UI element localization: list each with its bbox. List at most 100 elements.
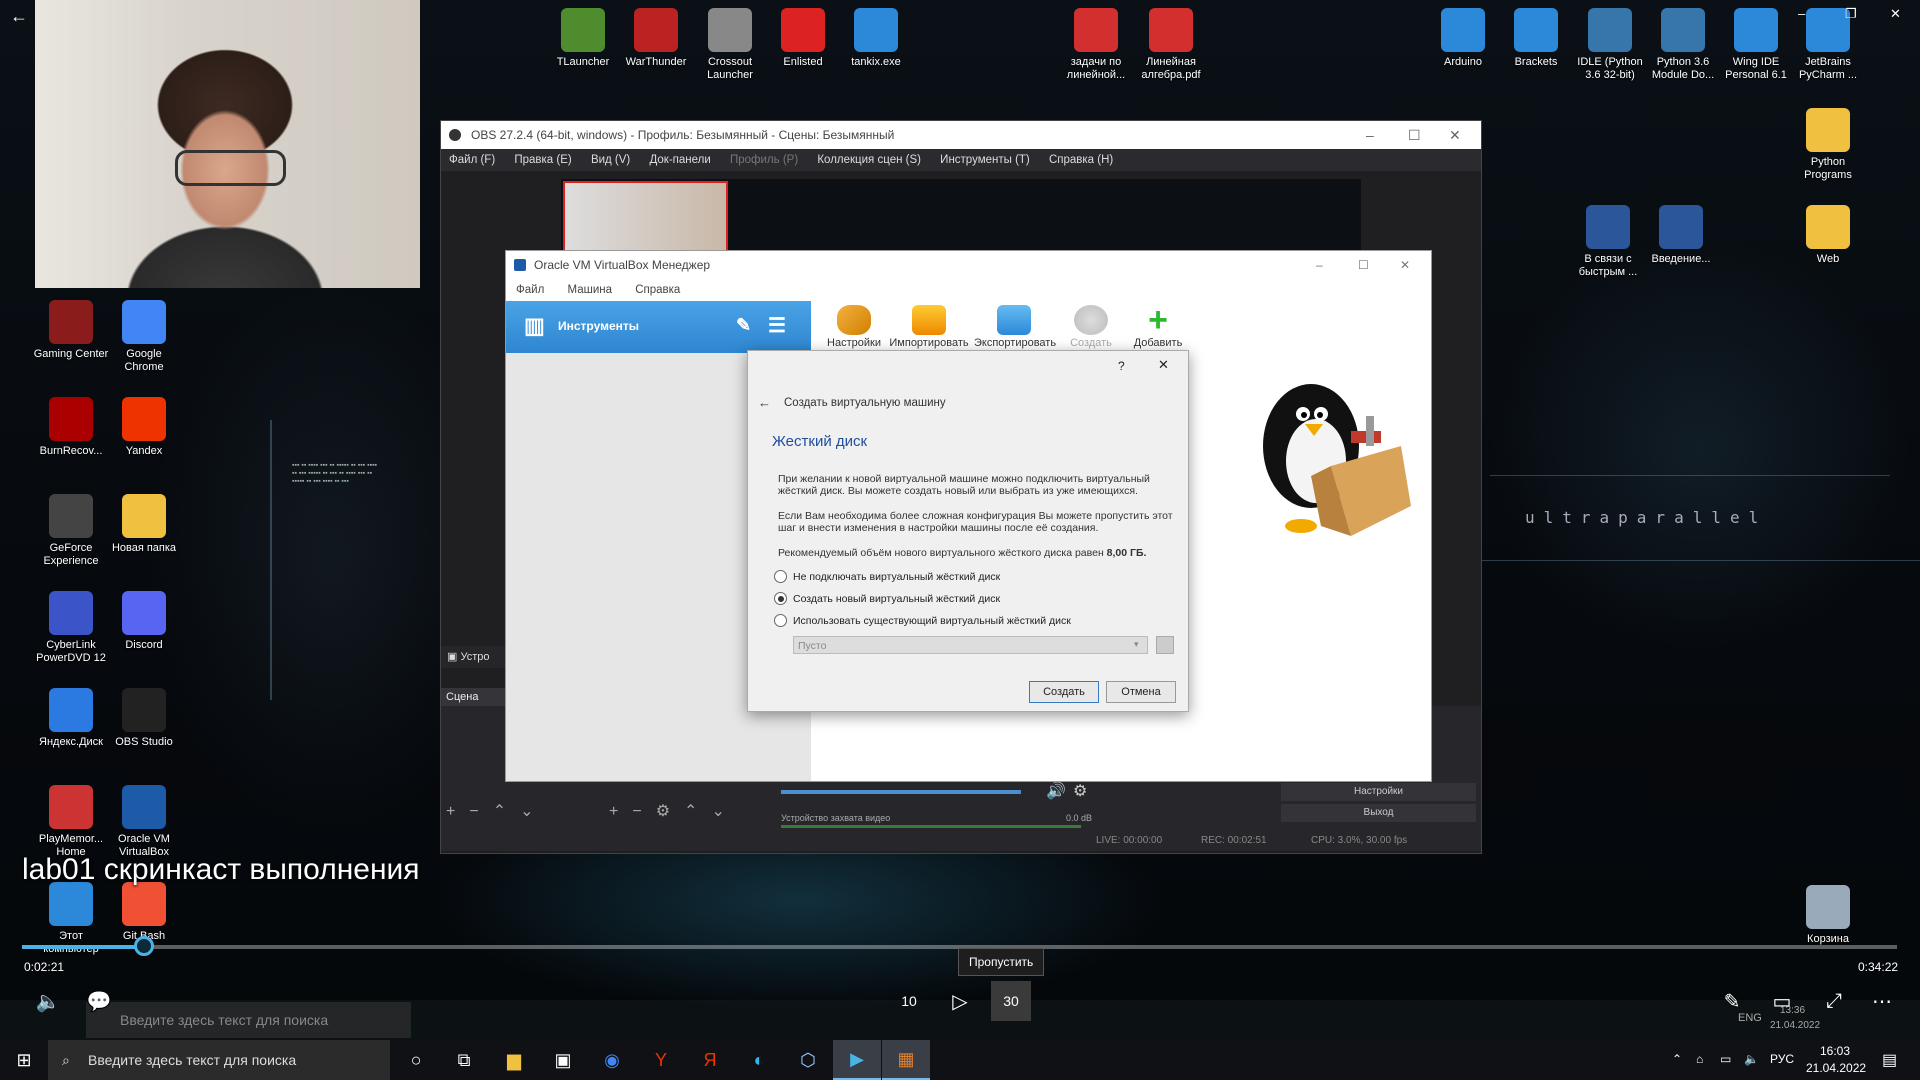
- create-button[interactable]: Создать: [1029, 681, 1099, 703]
- desktop-shortcut[interactable]: Web: [1790, 205, 1866, 266]
- obs-menu-view[interactable]: Вид (V): [591, 154, 630, 166]
- desktop-shortcut[interactable]: Gaming Center: [33, 300, 109, 361]
- desktop-shortcut[interactable]: Введение...: [1643, 205, 1719, 266]
- desktop-shortcut[interactable]: tankix.exe: [838, 8, 914, 69]
- back-arrow-icon[interactable]: ←: [758, 395, 771, 410]
- radio-existing-disk[interactable]: Использовать существующий виртуальный жё…: [774, 614, 1071, 627]
- desktop-shortcut[interactable]: Git Bash: [106, 882, 182, 943]
- taskbar-search-box[interactable]: ⌕ Введите здесь текст для поиска: [48, 1040, 390, 1080]
- vbox-add-button[interactable]: + Добавить: [1118, 303, 1198, 349]
- play-button[interactable]: ▷: [944, 985, 976, 1017]
- speaker-icon[interactable]: 🔊: [1046, 781, 1066, 801]
- pin-icon[interactable]: ✎: [736, 315, 751, 336]
- desktop-shortcut[interactable]: Корзина: [1790, 885, 1866, 946]
- window-restore-icon[interactable]: ❐: [1845, 6, 1857, 22]
- desktop-shortcut[interactable]: Python 3.6 Module Do...: [1645, 8, 1721, 82]
- desktop-shortcut[interactable]: OBS Studio: [106, 688, 182, 749]
- obs-menu-file[interactable]: Файл (F): [449, 154, 495, 166]
- vbox-tools-item[interactable]: ▥ Инструменты ✎ ☰: [506, 301, 811, 353]
- desktop-shortcut[interactable]: Wing IDE Personal 6.1: [1718, 8, 1794, 82]
- maximize-icon[interactable]: ☐: [1408, 121, 1421, 149]
- yandex-browser-icon[interactable]: Я: [686, 1040, 734, 1080]
- clock-date[interactable]: 21.04.2022: [1806, 1061, 1866, 1075]
- maximize-icon[interactable]: ☐: [1358, 251, 1369, 279]
- window-close-icon[interactable]: ✕: [1890, 6, 1901, 22]
- window-minimize-icon[interactable]: –: [1798, 6, 1805, 21]
- create-vm-dialog[interactable]: ? ✕ ← Создать виртуальную машину Жесткий…: [747, 350, 1189, 712]
- vbox-titlebar[interactable]: Oracle VM VirtualBox Менеджер – ☐ ✕: [506, 251, 1431, 279]
- obs-volume-slider[interactable]: [781, 790, 1021, 794]
- desktop-shortcut[interactable]: Enlisted: [765, 8, 841, 69]
- rewind-10-button[interactable]: 10: [893, 985, 925, 1017]
- gear-icon[interactable]: ⚙: [1073, 781, 1087, 801]
- desktop-shortcut[interactable]: WarThunder: [618, 8, 694, 69]
- desktop-shortcut[interactable]: Python Programs: [1790, 108, 1866, 182]
- existing-disk-select[interactable]: Пусто: [793, 636, 1148, 654]
- virtualbox-icon[interactable]: ⬡: [784, 1040, 832, 1080]
- desktop-shortcut[interactable]: PlayMemor... Home: [33, 785, 109, 859]
- obs-menu-help[interactable]: Справка (H): [1049, 154, 1113, 166]
- start-button[interactable]: ⊞: [0, 1040, 48, 1080]
- radio-create-disk[interactable]: Создать новый виртуальный жёсткий диск: [774, 592, 1000, 605]
- pen-icon[interactable]: ✎: [1716, 985, 1748, 1017]
- obs-scene-controls[interactable]: +−⌃⌄: [446, 801, 548, 821]
- vbox-settings-button[interactable]: Настройки: [814, 305, 894, 349]
- radio-button[interactable]: [774, 614, 787, 627]
- media-player-icon[interactable]: ▶: [833, 1040, 881, 1080]
- obs-menu-scene-collection[interactable]: Коллекция сцен (S): [817, 154, 921, 166]
- obs-menu-profile[interactable]: Профиль (P): [730, 154, 798, 166]
- clock-time[interactable]: 16:03: [1820, 1044, 1850, 1058]
- volume-icon[interactable]: 🔈: [32, 985, 64, 1017]
- desktop-shortcut[interactable]: CyberLink PowerDVD 12: [33, 591, 109, 665]
- close-icon[interactable]: ✕: [1400, 251, 1410, 279]
- fullscreen-icon[interactable]: ⤢: [1818, 985, 1850, 1017]
- minimize-icon[interactable]: –: [1316, 251, 1323, 279]
- vbox-menu-help[interactable]: Справка: [635, 284, 680, 296]
- cancel-button[interactable]: Отмена: [1106, 681, 1176, 703]
- desktop-shortcut[interactable]: Линейная алгебра.pdf: [1133, 8, 1209, 82]
- subtitles-icon[interactable]: 💬: [83, 985, 115, 1017]
- close-icon[interactable]: ✕: [1158, 357, 1169, 373]
- obs-source-controls[interactable]: +−⚙⌃⌄: [609, 801, 739, 821]
- desktop-shortcut[interactable]: Oracle VM VirtualBox: [106, 785, 182, 859]
- vbox-export-button[interactable]: Экспортировать: [974, 305, 1056, 349]
- desktop-shortcut[interactable]: задачи по линейной...: [1058, 8, 1134, 82]
- desktop-shortcut[interactable]: BurnRecov...: [33, 397, 109, 458]
- help-icon[interactable]: ?: [1118, 359, 1125, 373]
- language-indicator[interactable]: РУС: [1770, 1052, 1794, 1066]
- vbox-menu-file[interactable]: Файл: [516, 284, 544, 296]
- desktop-shortcut[interactable]: Yandex: [106, 397, 182, 458]
- obs-settings-button[interactable]: Настройки: [1281, 783, 1476, 801]
- edge-icon[interactable]: ◐: [735, 1040, 783, 1080]
- yandex-icon[interactable]: Y: [637, 1040, 685, 1080]
- obs-menu-docks[interactable]: Док-панели: [649, 154, 710, 166]
- desktop-shortcut[interactable]: Arduino: [1425, 8, 1501, 69]
- minimize-icon[interactable]: –: [1366, 121, 1374, 149]
- obs-exit-button[interactable]: Выход: [1281, 804, 1476, 822]
- file-explorer-icon[interactable]: ▆: [490, 1040, 538, 1080]
- terminal-icon[interactable]: ▣: [539, 1040, 587, 1080]
- radio-button-selected[interactable]: [774, 592, 787, 605]
- desktop-shortcut[interactable]: Новая папка: [106, 494, 182, 555]
- forward-30-button[interactable]: 30: [991, 981, 1031, 1021]
- desktop-shortcut[interactable]: IDLE (Python 3.6 32-bit): [1572, 8, 1648, 82]
- speaker-icon[interactable]: 🔈: [1744, 1052, 1759, 1066]
- desktop-shortcut[interactable]: Crossout Launcher: [692, 8, 768, 82]
- chevron-up-icon[interactable]: ⌃: [1672, 1052, 1682, 1066]
- obs-menu-tools[interactable]: Инструменты (T): [940, 154, 1030, 166]
- desktop-shortcut[interactable]: Brackets: [1498, 8, 1574, 69]
- obs-menu-edit[interactable]: Правка (E): [514, 154, 571, 166]
- desktop-shortcut[interactable]: Discord: [106, 591, 182, 652]
- desktop-shortcut[interactable]: TLauncher: [545, 8, 621, 69]
- radio-button[interactable]: [774, 570, 787, 583]
- desktop-shortcut[interactable]: GeForce Experience: [33, 494, 109, 568]
- chrome-icon[interactable]: ◉: [588, 1040, 636, 1080]
- more-options-icon[interactable]: ⋯: [1866, 985, 1898, 1017]
- back-arrow-icon[interactable]: ←: [10, 6, 28, 27]
- list-icon[interactable]: ☰: [768, 313, 786, 338]
- cast-icon[interactable]: ▭: [1766, 985, 1798, 1017]
- desktop-shortcut[interactable]: Яндекс.Диск: [33, 688, 109, 749]
- desktop-shortcut[interactable]: Google Chrome: [106, 300, 182, 374]
- vbox-import-button[interactable]: Импортировать: [889, 305, 969, 349]
- obs-preview[interactable]: [561, 179, 1361, 259]
